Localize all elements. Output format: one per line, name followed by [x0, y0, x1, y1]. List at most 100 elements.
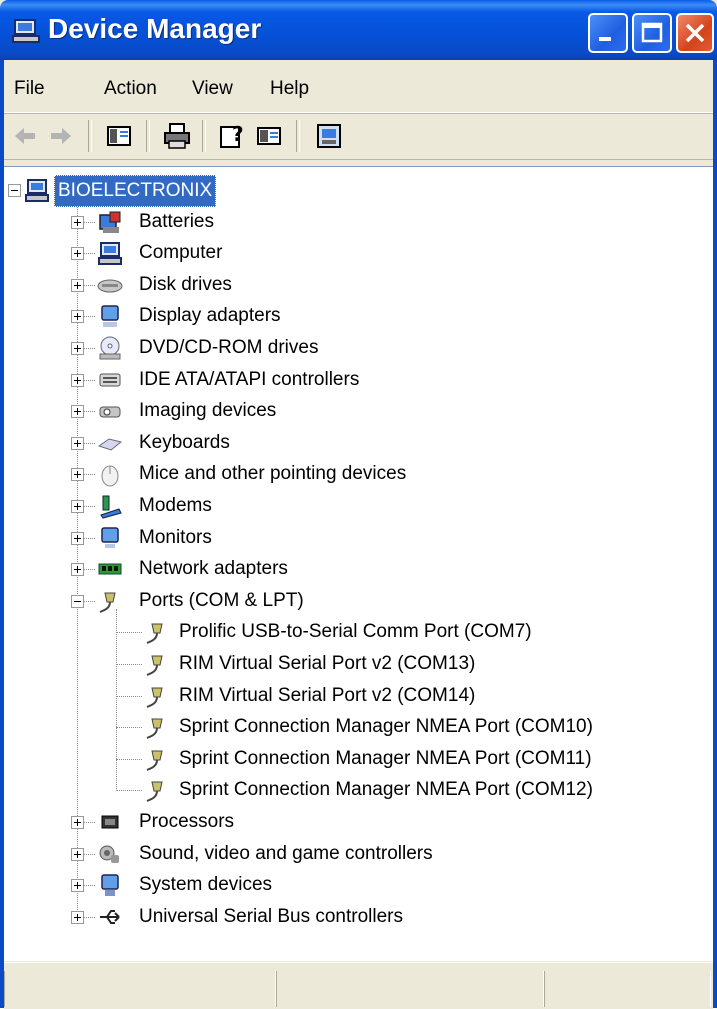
tree-category-label: Ports (COM & LPT): [139, 589, 304, 611]
menu-bar: File Action View Help: [4, 60, 713, 113]
menu-file[interactable]: File: [14, 78, 45, 100]
tree-category[interactable]: Modems: [4, 491, 704, 521]
tree-category-label: Disk drives: [139, 273, 232, 295]
expand-toggle[interactable]: [71, 342, 84, 355]
tree-category[interactable]: Imaging devices: [4, 396, 704, 426]
tree-category[interactable]: Ports (COM & LPT): [4, 586, 704, 616]
tree-category[interactable]: Processors: [4, 807, 704, 837]
tree-category[interactable]: Disk drives: [4, 270, 704, 300]
print-icon[interactable]: [162, 121, 192, 151]
menu-view[interactable]: View: [192, 78, 233, 100]
status-pane: [544, 971, 711, 1007]
tree-category[interactable]: System devices: [4, 870, 704, 900]
tree-device[interactable]: Sprint Connection Manager NMEA Port (COM…: [4, 712, 704, 742]
tree-category-label: Sound, video and game controllers: [139, 842, 433, 864]
close-icon: [685, 23, 705, 43]
tree-category-label: Computer: [139, 242, 223, 264]
tree-category-label: Batteries: [139, 210, 214, 232]
back-icon[interactable]: [10, 121, 40, 151]
tree-category-label: Universal Serial Bus controllers: [139, 905, 403, 927]
tree-root-label: BIOELECTRONIX: [54, 175, 217, 207]
expand-toggle[interactable]: [71, 500, 84, 513]
port-icon: [146, 718, 163, 740]
tree-category[interactable]: DVD/CD-ROM drives: [4, 333, 704, 363]
device-manager-window: Device Manager File Action View Help ? B…: [0, 0, 717, 1009]
tree-device[interactable]: RIM Virtual Serial Port v2 (COM14): [4, 681, 704, 711]
expand-toggle[interactable]: [71, 278, 84, 292]
expand-toggle[interactable]: [71, 468, 84, 482]
modem-icon: [100, 495, 122, 519]
toolbar-separator: [296, 120, 300, 152]
tree-line: [116, 664, 142, 666]
tree-category-label: Processors: [139, 811, 235, 832]
dvd-drive-icon: [99, 336, 121, 360]
menu-action[interactable]: Action: [104, 78, 157, 100]
disk-drive-icon: [97, 279, 123, 293]
status-bar: [4, 962, 713, 1009]
sound-icon: [99, 845, 119, 863]
system-devices-icon: [101, 874, 119, 897]
minimize-button[interactable]: [588, 13, 628, 53]
tree-category[interactable]: Display adapters: [4, 301, 704, 331]
tree-device-label: Sprint Connection Manager NMEA Port (COM…: [179, 747, 592, 769]
toolbar-separator: [146, 120, 150, 152]
maximize-button[interactable]: [632, 13, 672, 53]
expand-toggle[interactable]: [71, 215, 84, 229]
tree-device[interactable]: Sprint Connection Manager NMEA Port (COM…: [4, 775, 704, 805]
tree-category[interactable]: Batteries: [4, 207, 704, 237]
expand-toggle[interactable]: [71, 847, 84, 861]
mouse-icon: [101, 465, 119, 487]
expand-toggle[interactable]: [71, 405, 84, 419]
tree-category[interactable]: Universal Serial Bus controllers: [4, 902, 704, 932]
close-button[interactable]: [676, 13, 714, 53]
tree-category-label: Display adapters: [139, 305, 281, 327]
scan-hardware-icon[interactable]: [314, 121, 344, 151]
tree-device[interactable]: Sprint Connection Manager NMEA Port (COM…: [4, 744, 704, 774]
tree-category[interactable]: Sound, video and game controllers: [4, 839, 704, 869]
tree-device-label: RIM Virtual Serial Port v2 (COM14): [179, 684, 476, 706]
computer-icon: [25, 179, 49, 202]
properties-icon[interactable]: [254, 121, 284, 151]
collapse-toggle[interactable]: [71, 594, 84, 608]
expand-toggle[interactable]: [71, 247, 84, 261]
help-icon[interactable]: ?: [218, 121, 248, 151]
tree-device[interactable]: Prolific USB-to-Serial Comm Port (COM7): [4, 617, 704, 647]
tree-root[interactable]: BIOELECTRONIX: [4, 175, 704, 207]
tree-category-label: Network adapters: [139, 558, 288, 580]
tree-category[interactable]: Network adapters: [4, 554, 704, 584]
expand-toggle[interactable]: [71, 436, 84, 450]
tree-device-label: Sprint Connection Manager NMEA Port (COM…: [179, 779, 593, 801]
tree-category[interactable]: Monitors: [4, 523, 704, 553]
tree-category-label: IDE ATA/ATAPI controllers: [139, 368, 360, 390]
tree-category[interactable]: Mice and other pointing devices: [4, 459, 704, 489]
port-icon: [146, 687, 163, 708]
title-bar[interactable]: Device Manager: [0, 0, 717, 60]
tree-category[interactable]: IDE ATA/ATAPI controllers: [4, 365, 704, 395]
tree-device[interactable]: RIM Virtual Serial Port v2 (COM13): [4, 649, 704, 679]
expand-toggle[interactable]: [71, 531, 84, 545]
show-hide-console-tree-icon[interactable]: [104, 121, 134, 151]
expand-toggle[interactable]: [71, 373, 84, 387]
expand-toggle[interactable]: [71, 816, 84, 829]
collapse-toggle[interactable]: [8, 184, 21, 197]
tree-category-label: Keyboards: [139, 431, 230, 453]
tree-category[interactable]: Computer: [4, 238, 704, 268]
window-title: Device Manager: [48, 13, 262, 44]
port-icon: [146, 655, 163, 676]
expand-toggle[interactable]: [71, 310, 84, 324]
tree-category-label: Modems: [139, 495, 212, 516]
minimize-icon: [599, 37, 611, 41]
menu-help[interactable]: Help: [270, 78, 309, 100]
expand-toggle[interactable]: [71, 910, 84, 924]
expand-toggle[interactable]: [71, 563, 84, 577]
battery-icon: [99, 211, 121, 233]
expand-toggle[interactable]: [71, 879, 84, 893]
tree-category[interactable]: Keyboards: [4, 428, 704, 458]
tree-line: [116, 695, 142, 698]
status-pane: [276, 971, 544, 1007]
ide-controller-icon: [99, 373, 121, 387]
device-tree: BIOELECTRONIX Batteries Computer Disk drive…: [4, 166, 713, 961]
processor-icon: [101, 815, 119, 829]
port-icon: [146, 623, 163, 645]
forward-icon[interactable]: [46, 121, 76, 151]
